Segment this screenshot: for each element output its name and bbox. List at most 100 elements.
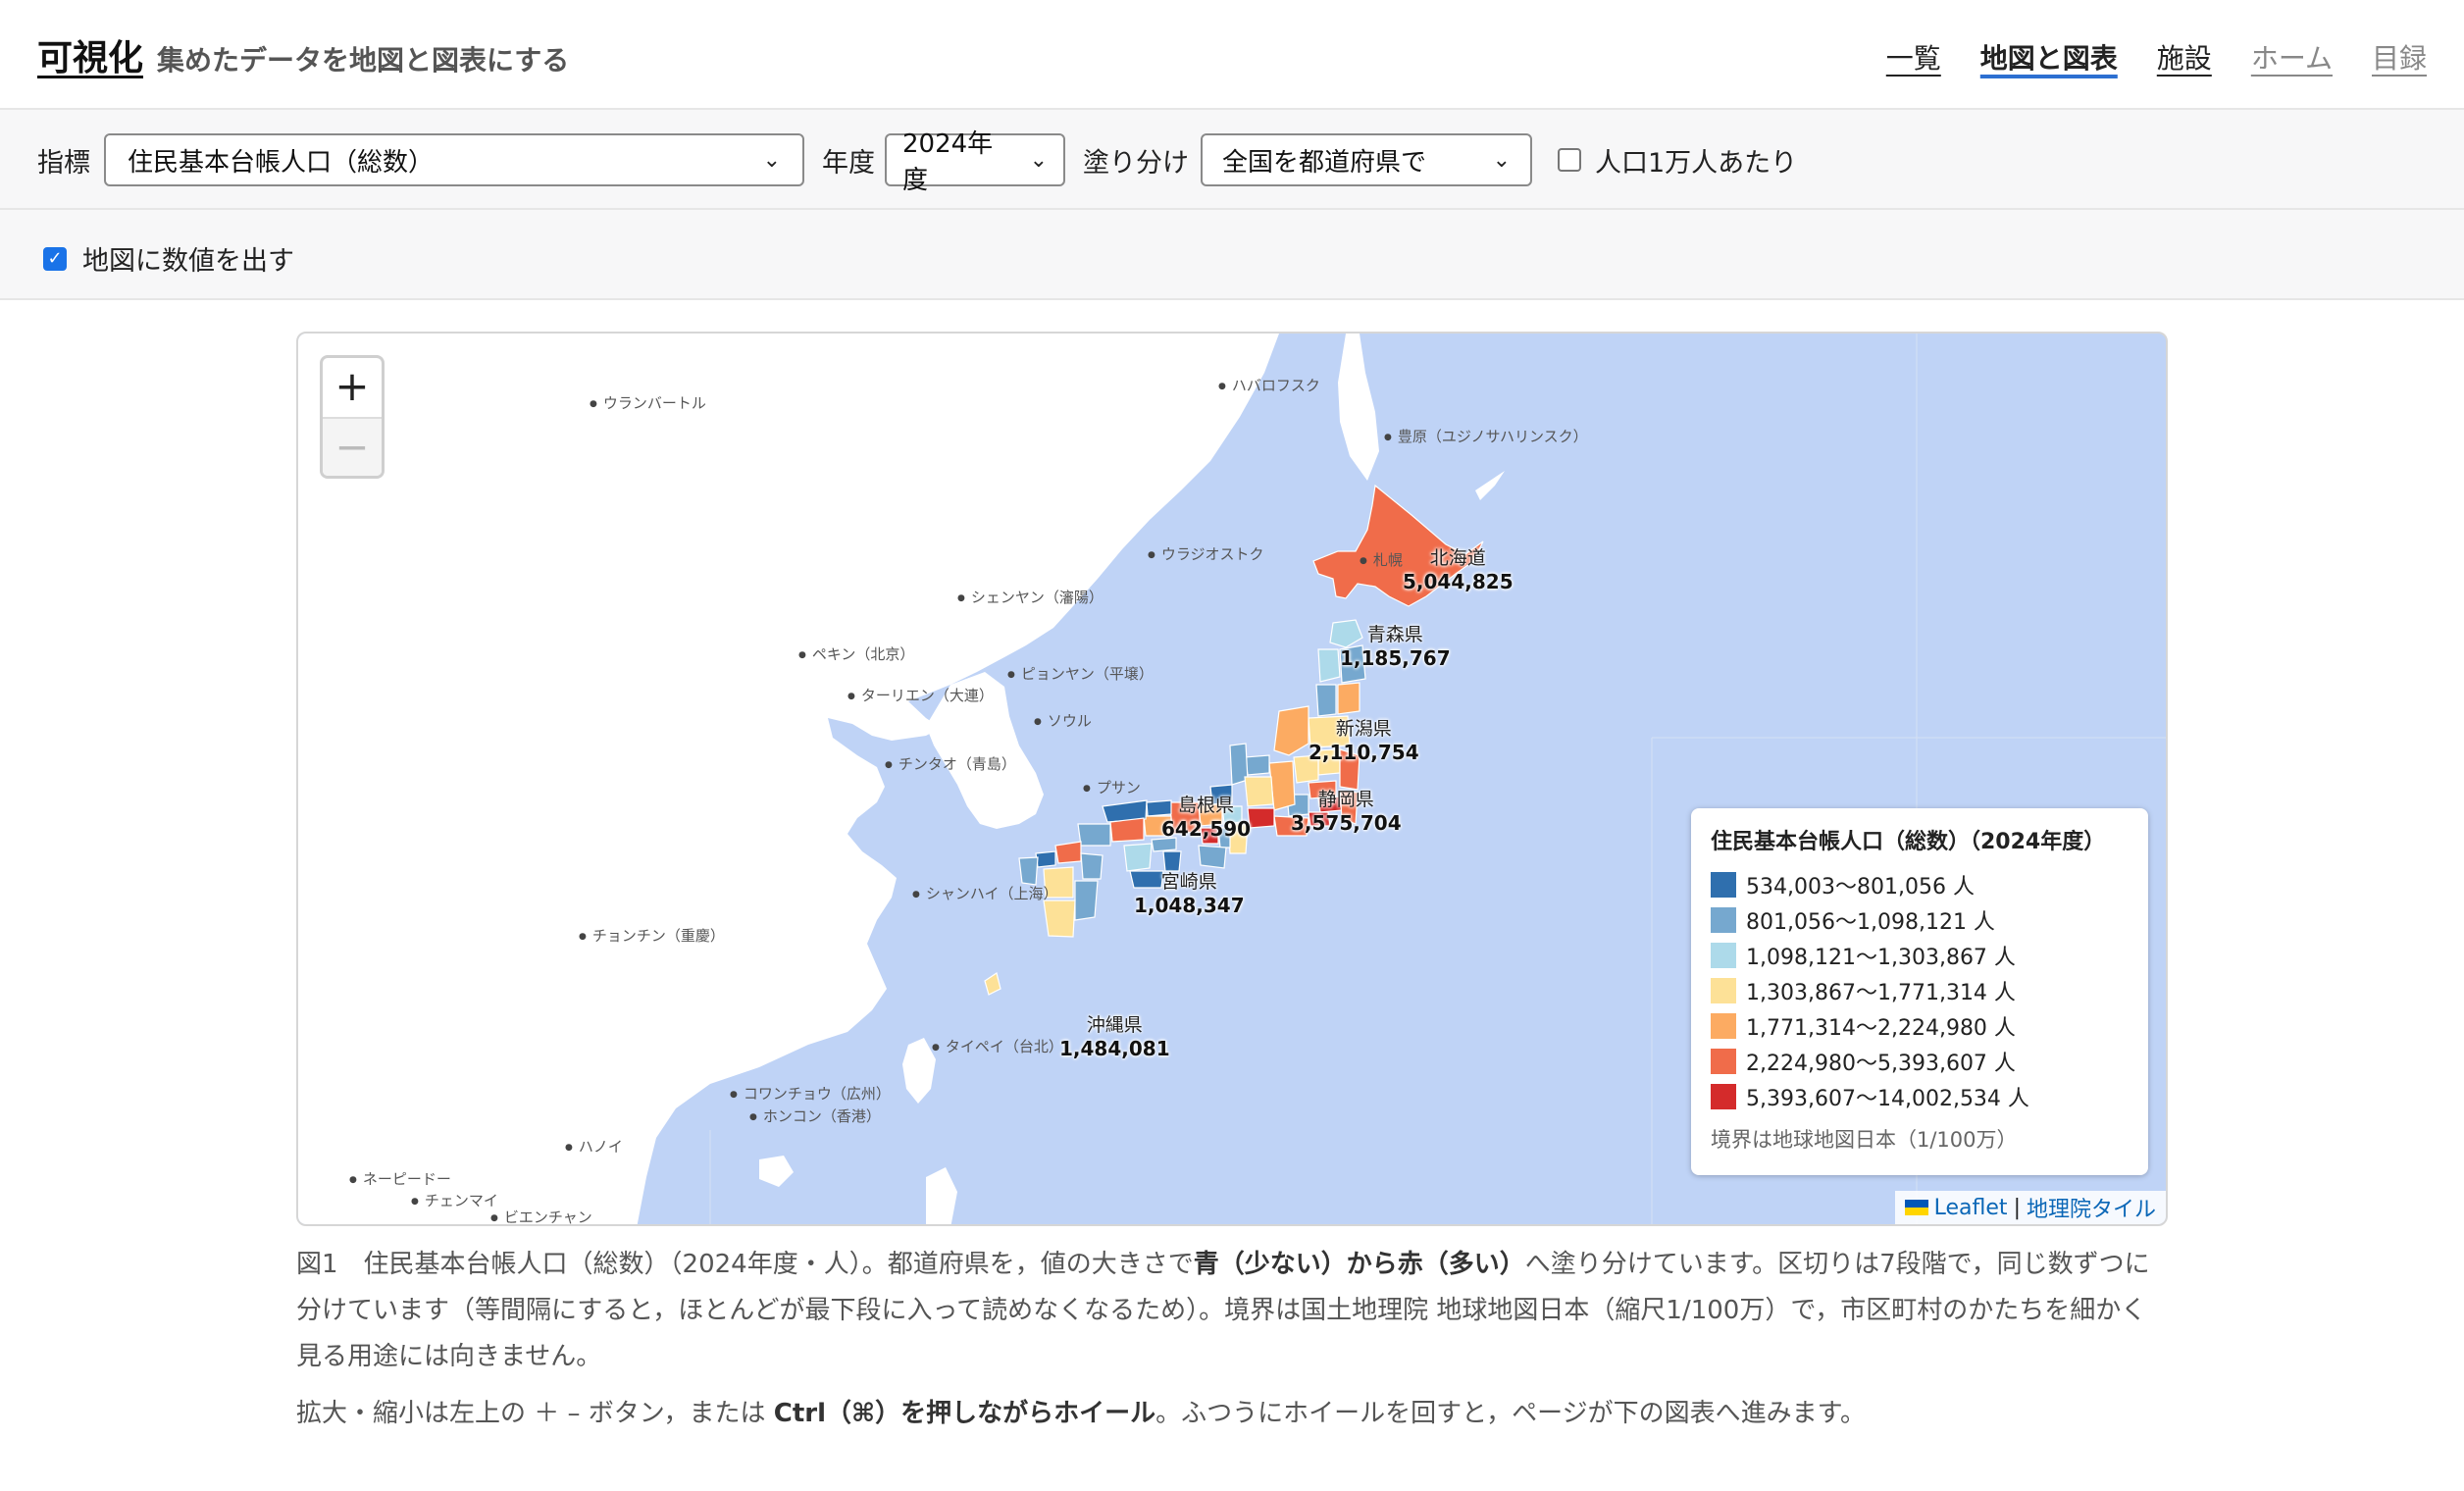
city-label: ターリエン（大連）: [847, 685, 994, 705]
pref-label-shimane: 島根県 642,590: [1161, 791, 1251, 841]
paint-select[interactable]: 全国を都道府県で ⌄: [1201, 133, 1532, 186]
pref-value: 2,110,754: [1309, 741, 1419, 764]
city-label: ペキン（北京）: [798, 643, 915, 664]
legend-swatch: [1711, 1084, 1736, 1109]
leaflet-link[interactable]: Leaflet: [1934, 1196, 2008, 1220]
city-label: タイペイ（台北）: [932, 1036, 1063, 1056]
pref-label-hokkaido: 北海道 5,044,825: [1403, 543, 1514, 593]
city-label: ピョンヤン（平壌）: [1007, 663, 1154, 684]
chevron-down-icon: ⌄: [762, 147, 781, 173]
legend-swatch: [1711, 907, 1736, 933]
city-label: ホンコン（香港）: [749, 1105, 881, 1126]
caption-text: 図1 住民基本台帳人口（総数）（2024年度・人）。都道府県を，値の大きさで: [296, 1250, 1194, 1279]
legend-label: 5,393,607〜14,002,534 人: [1746, 1087, 2029, 1111]
pref-yamagata: [1315, 684, 1337, 717]
pref-okinawa: [984, 972, 1001, 996]
pref-value: 642,590: [1161, 817, 1252, 841]
nav-item-catalog[interactable]: 目録: [2372, 37, 2427, 77]
philippines-land: [926, 1167, 957, 1224]
show-values-checkbox[interactable]: ✓: [43, 246, 67, 271]
legend-swatch: [1711, 978, 1736, 1003]
legend-label: 801,056〜1,098,121 人: [1746, 910, 1995, 935]
legend-note: 境界は地球地図日本（1/100万）: [1711, 1128, 2018, 1152]
zoom-out-button[interactable]: −: [323, 417, 382, 476]
pref-name: 北海道: [1429, 547, 1486, 569]
pref-wakayama: [1198, 845, 1227, 869]
indicator-select-value: 住民基本台帳人口（総数）: [128, 147, 435, 178]
figure-caption: 図1 住民基本台帳人口（総数）（2024年度・人）。都道府県を，値の大きさで青（…: [296, 1242, 2168, 1380]
pref-nagasaki: [1018, 856, 1039, 886]
zoom-in-button[interactable]: +: [323, 358, 382, 417]
controls-bar: 指標 住民基本台帳人口（総数） ⌄ 年度 2024年度 ⌄ 塗り分け 全国を都道…: [0, 110, 2464, 210]
pref-oita: [1080, 852, 1104, 880]
per-capita-label: 人口1万人あたり: [1595, 147, 1798, 179]
chevron-down-icon: ⌄: [1029, 147, 1048, 173]
pref-fukuoka: [1054, 841, 1082, 864]
pref-name: 新潟県: [1335, 718, 1392, 740]
legend-label: 1,771,314〜2,224,980 人: [1746, 1016, 2016, 1041]
legend-swatch: [1711, 1049, 1736, 1074]
city-label: チェンマイ: [411, 1190, 498, 1210]
pref-value: 3,575,704: [1291, 811, 1402, 835]
figure-help-text: 拡大・縮小は左上の ＋ – ボタン，または Ctrl（⌘）を押しながらホイール。…: [296, 1393, 2168, 1429]
gsi-tiles-link[interactable]: 地理院タイル: [2027, 1192, 2156, 1223]
caption-emphasis: 青（少ない）から赤（多い）: [1193, 1250, 1525, 1279]
pref-label-okinawa: 沖縄県 1,484,081: [1059, 1010, 1170, 1060]
app-header: 可視化 集めたデータを地図と図表にする 一覧 地図と図表 施設 ホーム 目録: [0, 0, 2464, 110]
indicator-select[interactable]: 住民基本台帳人口（総数） ⌄: [104, 133, 804, 186]
pref-akita: [1317, 648, 1341, 683]
ukraine-flag-icon: [1904, 1200, 1928, 1215]
sakhalin-land: [1338, 334, 1379, 481]
city-label: ネーピードー: [349, 1168, 451, 1189]
legend-item: 534,003〜801,056 人: [1711, 867, 2129, 902]
legend-item: 1,303,867〜1,771,314 人: [1711, 973, 2129, 1008]
pref-label-niigata: 新潟県 2,110,754: [1309, 714, 1419, 764]
legend-swatch: [1711, 943, 1736, 968]
city-label: ウラジオストク: [1148, 543, 1264, 564]
city-label: シャンハイ（上海）: [912, 883, 1058, 903]
pref-value: 1,048,347: [1134, 894, 1245, 917]
nav-item-home[interactable]: ホーム: [2251, 37, 2333, 77]
pref-niigata: [1273, 705, 1309, 756]
pref-name: 静岡県: [1317, 789, 1374, 810]
pref-label-miyazaki: 宮崎県 1,048,347: [1134, 867, 1245, 917]
city-label: ビエンチャン: [490, 1207, 592, 1224]
legend-item: 801,056〜1,098,121 人: [1711, 902, 2129, 938]
pref-aichi: [1247, 807, 1275, 829]
chevron-down-icon: ⌄: [1492, 147, 1511, 173]
pref-name: 青森県: [1366, 624, 1423, 645]
legend-item: 1,098,121〜1,303,867 人: [1711, 938, 2129, 973]
city-label: 札幌: [1360, 549, 1403, 570]
legend-label: 2,224,980〜5,393,607 人: [1746, 1052, 2016, 1076]
nav-item-list[interactable]: 一覧: [1886, 37, 1941, 77]
page-title[interactable]: 可視化: [37, 29, 143, 80]
map-view[interactable]: + − ウランバートル ハバロフスク 豊原（ユジノサハリンスク） ウラジオストク…: [296, 332, 2168, 1226]
city-label: チンタオ（青島）: [885, 753, 1016, 774]
pref-name: 宮崎県: [1160, 871, 1217, 893]
city-label: プサン: [1083, 777, 1141, 797]
nav-item-facilities[interactable]: 施設: [2157, 37, 2212, 77]
caption-text: 拡大・縮小は左上の ＋ – ボタン，または: [296, 1399, 766, 1428]
legend-swatch: [1711, 872, 1736, 898]
paint-select-value: 全国を都道府県で: [1222, 147, 1427, 178]
caption-text: 。ふつうにホイールを回すと，ページが下の図表へ進みます。: [1155, 1399, 1866, 1428]
attribution-separator: |: [2013, 1195, 2021, 1220]
legend-label: 1,303,867〜1,771,314 人: [1746, 981, 2016, 1005]
city-label: 豊原（ユジノサハリンスク）: [1384, 426, 1588, 446]
pref-saga: [1035, 850, 1056, 868]
pref-value: 1,484,081: [1059, 1037, 1170, 1060]
year-label: 年度: [822, 147, 875, 179]
paint-label: 塗り分け: [1083, 147, 1189, 179]
show-values-label: 地図に数値を出す: [82, 246, 294, 277]
nav-item-maps-charts[interactable]: 地図と図表: [1980, 37, 2118, 77]
indicator-label: 指標: [37, 147, 90, 179]
per-capita-checkbox[interactable]: [1558, 148, 1581, 172]
year-select[interactable]: 2024年度 ⌄: [885, 129, 1065, 195]
pref-value: 1,185,767: [1340, 646, 1451, 670]
legend-label: 1,098,121〜1,303,867 人: [1746, 946, 2016, 970]
year-select-value: 2024年度: [902, 129, 994, 195]
city-label: シェンヤン（瀋陽）: [957, 587, 1104, 607]
pref-hiroshima: [1109, 817, 1145, 843]
legend-label: 534,003〜801,056 人: [1746, 875, 1975, 900]
legend-item: 2,224,980〜5,393,607 人: [1711, 1044, 2129, 1079]
